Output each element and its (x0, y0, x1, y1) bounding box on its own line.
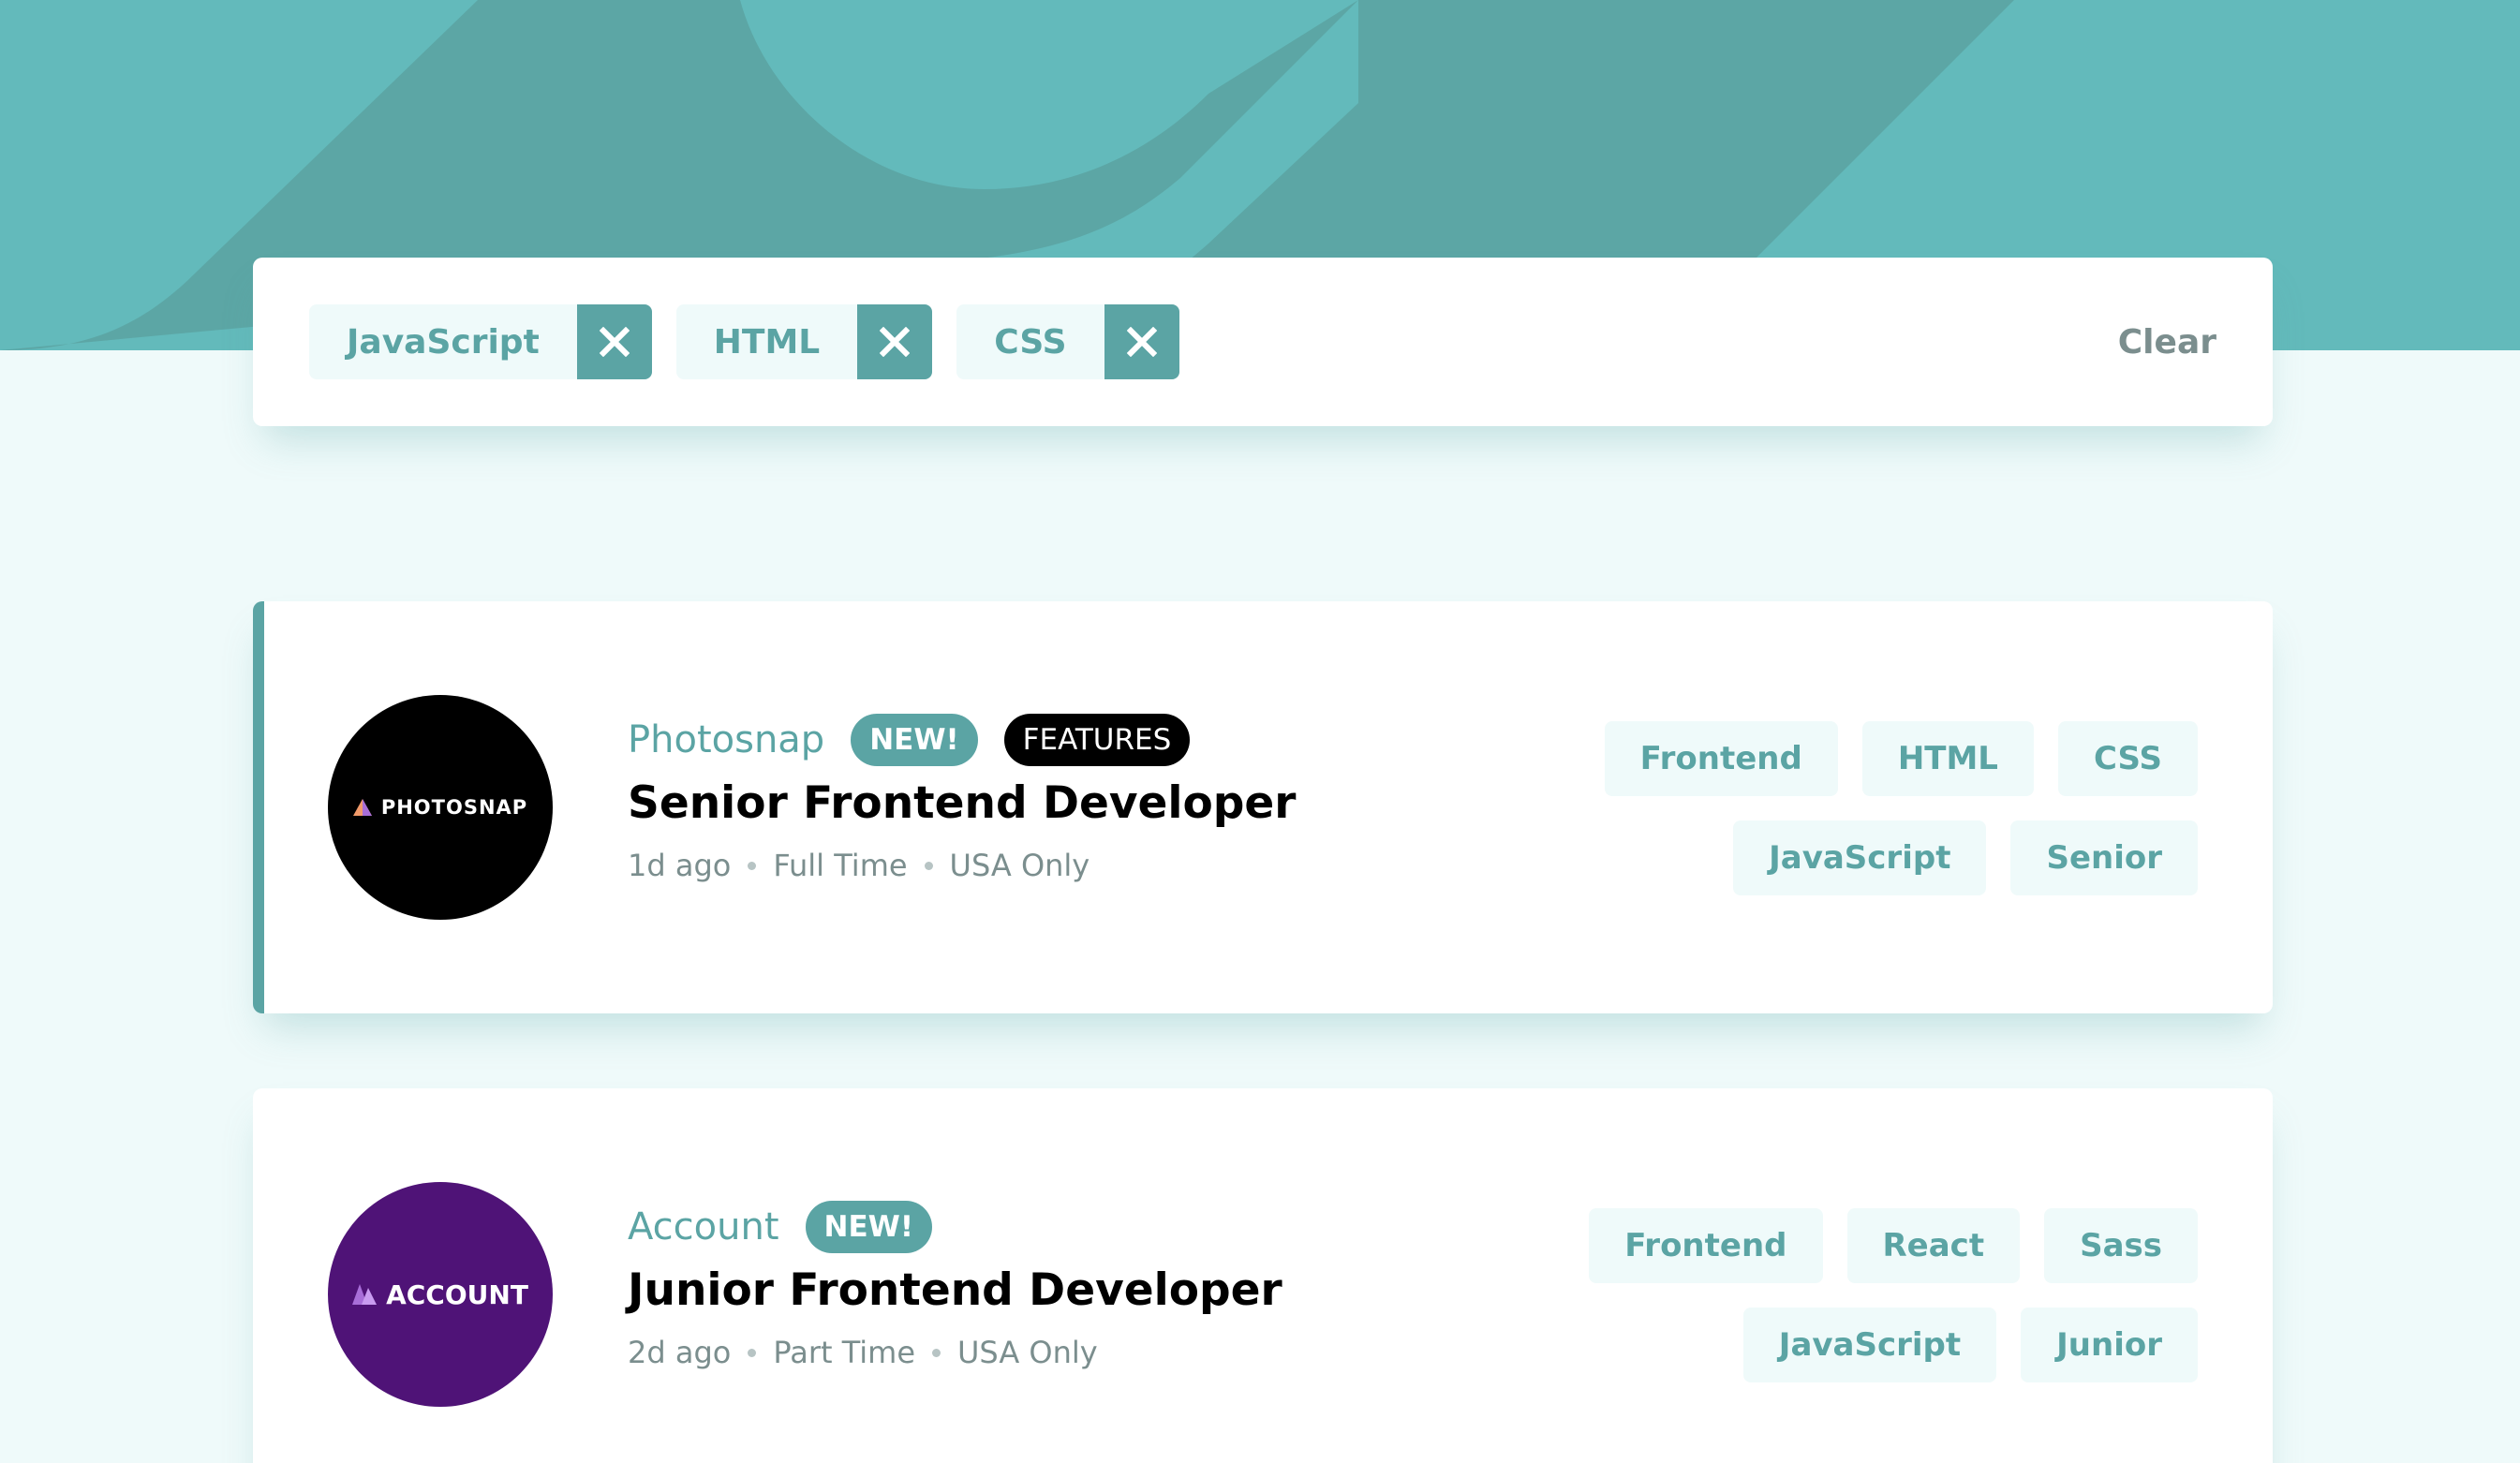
remove-filter-javascript-button[interactable] (576, 304, 652, 379)
triangle-mark-icon (352, 1284, 378, 1305)
filter-chip-html: HTML (675, 304, 933, 379)
job-location: USA Only (957, 1335, 1098, 1370)
filter-chip-label: HTML (713, 322, 821, 362)
job-info: Account NEW! Junior Frontend Developer 2… (628, 1088, 1282, 1370)
job-tag[interactable]: JavaScript (1742, 1308, 1997, 1382)
company-logo-text: ACCOUNT (386, 1278, 528, 1310)
close-icon (1126, 327, 1157, 357)
company-row: Account NEW! (628, 1201, 1282, 1253)
new-badge: NEW! (851, 714, 978, 766)
job-tag[interactable]: HTML (1861, 721, 2034, 796)
job-card: ACCOUNT Account NEW! Junior Frontend Dev… (253, 1088, 2273, 1463)
close-icon (599, 327, 630, 357)
job-meta: 1d ago Full Time USA Only (628, 848, 1296, 883)
company-logo: PHOTOSNAP (328, 695, 553, 920)
separator-dot (924, 861, 933, 870)
job-tag[interactable]: Sass (2044, 1208, 2198, 1283)
job-title[interactable]: Junior Frontend Developer (628, 1264, 1282, 1316)
company-logo-text: PHOTOSNAP (380, 796, 528, 819)
contract-type: Full Time (773, 848, 908, 883)
job-tag[interactable]: Frontend (1604, 721, 1838, 796)
job-info: Photosnap NEW! FEATURES Senior Frontend … (628, 601, 1296, 883)
remove-filter-css-button[interactable] (1104, 304, 1179, 379)
remove-filter-html-button[interactable] (857, 304, 933, 379)
featured-badge: FEATURES (1003, 714, 1191, 766)
new-badge: NEW! (805, 1201, 932, 1253)
job-tag-list: Frontend HTML CSS JavaScript Senior (1542, 721, 2198, 895)
company-row: Photosnap NEW! FEATURES (628, 714, 1296, 766)
filter-chip-label: CSS (994, 322, 1067, 362)
job-tag[interactable]: React (1846, 1208, 2021, 1283)
job-card: PHOTOSNAP Photosnap NEW! FEATURES Senior… (253, 601, 2273, 1013)
job-tag[interactable]: Senior (2010, 820, 2198, 895)
company-name: Photosnap (628, 718, 825, 761)
filter-bar: JavaScript HTML CSS Clear (253, 258, 2273, 426)
company-logo: ACCOUNT (328, 1182, 553, 1407)
posted-at: 2d ago (628, 1335, 732, 1370)
company-name: Account (628, 1205, 779, 1249)
job-tag-list: Frontend React Sass JavaScript Junior (1542, 1208, 2198, 1382)
posted-at: 1d ago (628, 848, 732, 883)
filter-chip-javascript: JavaScript (309, 304, 652, 379)
job-title[interactable]: Senior Frontend Developer (628, 777, 1296, 829)
close-icon (880, 327, 911, 357)
separator-dot (748, 861, 757, 870)
job-location: USA Only (949, 848, 1090, 883)
job-tag[interactable]: Junior (2021, 1308, 2198, 1382)
filter-chip-css: CSS (956, 304, 1179, 379)
filter-chip-label: JavaScript (347, 322, 540, 362)
triangle-mark-icon (352, 799, 372, 816)
separator-dot (748, 1348, 757, 1357)
job-tag[interactable]: JavaScript (1733, 820, 1987, 895)
contract-type: Part Time (773, 1335, 915, 1370)
job-tag[interactable]: Frontend (1589, 1208, 1823, 1283)
filter-chip-list: JavaScript HTML CSS (309, 304, 1179, 379)
job-meta: 2d ago Part Time USA Only (628, 1335, 1282, 1370)
job-tag[interactable]: CSS (2057, 721, 2198, 796)
separator-dot (932, 1348, 941, 1357)
clear-filters-button[interactable]: Clear (2118, 323, 2216, 362)
